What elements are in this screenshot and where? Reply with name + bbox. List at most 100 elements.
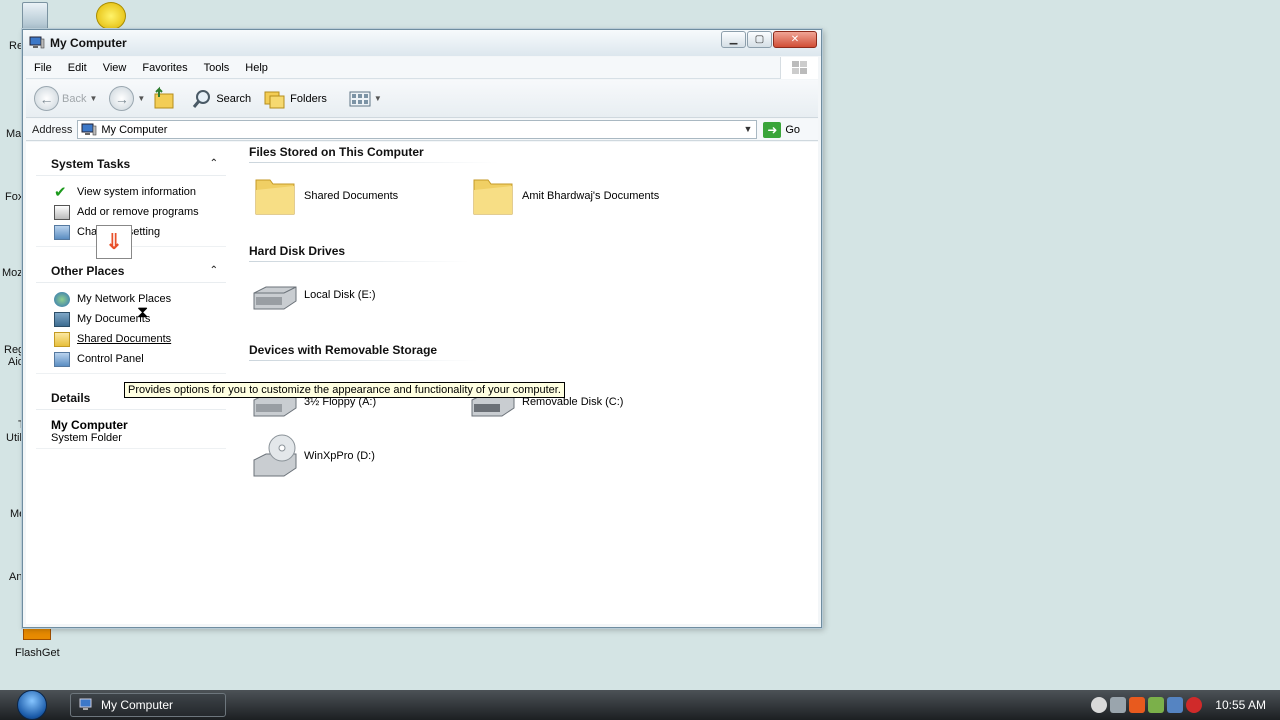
- address-dropdown-icon[interactable]: ▼: [743, 124, 752, 134]
- desktop-label-fox[interactable]: Fox: [5, 191, 23, 203]
- place-control-panel[interactable]: Control Panel: [54, 349, 226, 369]
- details-title: Details: [51, 390, 91, 405]
- start-button[interactable]: [12, 690, 52, 720]
- desktop-label-util[interactable]: Util: [6, 432, 22, 444]
- back-dropdown-icon[interactable]: ▼: [89, 94, 97, 103]
- maximize-button[interactable]: ▢: [747, 31, 772, 48]
- menu-file[interactable]: File: [26, 62, 60, 74]
- other-places-header[interactable]: Other Places ⌃: [36, 259, 226, 283]
- desktop-label-flashget[interactable]: FlashGet: [15, 647, 60, 659]
- menu-view[interactable]: View: [95, 62, 135, 74]
- up-folder-button[interactable]: [151, 86, 177, 112]
- clock[interactable]: 10:55 AM: [1215, 698, 1266, 712]
- folders-icon: [264, 91, 285, 108]
- menu-help[interactable]: Help: [237, 62, 276, 74]
- tooltip: Provides options for you to customize th…: [124, 382, 565, 398]
- menu-tools[interactable]: Tools: [196, 62, 238, 74]
- desktop-recycle-bin-icon[interactable]: [22, 2, 48, 30]
- group-hard-disks-header: Hard Disk Drives: [249, 244, 346, 258]
- search-label: Search: [216, 92, 252, 105]
- search-button[interactable]: Search: [191, 88, 251, 110]
- taskbar-my-computer[interactable]: My Computer: [70, 693, 226, 717]
- computer-icon: [81, 123, 97, 135]
- add-remove-programs-icon: [54, 204, 70, 220]
- my-computer-window: My Computer ▁ ▢ ✕ File Edit View Favorit…: [22, 29, 822, 628]
- views-button[interactable]: ▼: [349, 90, 382, 108]
- address-bar: Address My Computer ▼ ➜ Go: [26, 119, 818, 141]
- other-places-panel: Other Places ⌃ My Network Places My Docu…: [36, 259, 226, 374]
- flashget-icon[interactable]: [23, 626, 51, 640]
- address-label: Address: [32, 123, 73, 136]
- desktop-label-moz[interactable]: Moz: [2, 267, 23, 279]
- task-pane: System Tasks ⌃ ✔ View system information…: [36, 152, 226, 461]
- control-panel-icon: [54, 351, 70, 367]
- taskbar: My Computer 10:55 AM: [0, 690, 1280, 720]
- group-files-stored-header: Files Stored on This Computer: [249, 145, 424, 159]
- back-arrow-icon: ←: [34, 86, 59, 111]
- group-divider: [249, 162, 499, 163]
- item-user-documents[interactable]: Amit Bhardwaj's Documents: [468, 172, 659, 220]
- search-icon: [193, 89, 211, 108]
- windows-logo-icon: [780, 57, 818, 79]
- toolbar: ← Back ▼ → ▼ Search Folders ▼: [26, 80, 818, 118]
- task-change-setting[interactable]: Change a setting: [54, 222, 226, 242]
- back-label: Back: [62, 92, 87, 105]
- my-documents-icon: [54, 311, 70, 327]
- windows-orb-icon: [17, 690, 47, 720]
- details-type: System Folder: [51, 432, 122, 444]
- hard-drive-icon: [253, 286, 297, 310]
- system-tasks-header[interactable]: System Tasks ⌃: [36, 152, 226, 176]
- tray-antivirus-icon[interactable]: [1186, 697, 1203, 713]
- menu-favorites[interactable]: Favorites: [134, 62, 195, 74]
- item-local-disk-e[interactable]: Local Disk (E:): [250, 271, 376, 319]
- system-tray: 10:55 AM: [1091, 690, 1280, 720]
- item-winxppro-d[interactable]: WinXpPro (D:): [250, 432, 375, 480]
- folders-label: Folders: [290, 92, 327, 105]
- address-value: My Computer: [101, 123, 168, 136]
- menu-bar: File Edit View Favorites Tools Help: [26, 57, 818, 79]
- cd-drive-icon: [253, 434, 297, 477]
- close-button[interactable]: ✕: [773, 31, 817, 48]
- task-add-remove-programs[interactable]: Add or remove programs: [54, 202, 226, 222]
- hourglass-cursor-icon: ⧗: [137, 304, 149, 321]
- views-icon: [349, 91, 371, 106]
- group-removable-header: Devices with Removable Storage: [249, 343, 438, 357]
- tray-shield-icon[interactable]: [1110, 697, 1127, 713]
- tray-network-icon[interactable]: [1148, 697, 1165, 713]
- address-input[interactable]: My Computer ▼: [77, 120, 758, 139]
- forward-arrow-icon: →: [109, 86, 135, 111]
- collapse-chevron-icon[interactable]: ⌃: [210, 265, 218, 276]
- computer-icon: [79, 698, 92, 710]
- folder-icon: [473, 179, 513, 215]
- desktop-label-re[interactable]: Re: [9, 40, 23, 52]
- checkmark-icon: ✔: [54, 183, 67, 201]
- taskbar-task-label: My Computer: [101, 698, 174, 712]
- item-shared-documents[interactable]: Shared Documents: [250, 172, 398, 220]
- system-tasks-title: System Tasks: [51, 156, 131, 171]
- desktop-smiley-icon[interactable]: [96, 2, 126, 30]
- computer-icon: [29, 36, 45, 49]
- task-view-system-info[interactable]: ✔ View system information: [54, 182, 226, 202]
- go-button[interactable]: ➜ Go: [763, 121, 800, 138]
- minimize-button[interactable]: ▁: [721, 31, 746, 48]
- forward-dropdown-icon[interactable]: ▼: [137, 94, 145, 103]
- up-folder-icon: [154, 86, 174, 108]
- back-button[interactable]: ← Back ▼: [34, 86, 97, 111]
- desktop-label-an[interactable]: An: [9, 571, 22, 583]
- tray-volume-icon[interactable]: [1167, 697, 1184, 713]
- title-bar[interactable]: My Computer ▁ ▢ ✕: [23, 30, 821, 56]
- folder-icon: [54, 331, 70, 347]
- forward-button[interactable]: → ▼: [109, 86, 145, 111]
- collapse-chevron-icon[interactable]: ⌃: [210, 158, 218, 169]
- control-panel-icon: [54, 224, 70, 240]
- network-icon: [54, 291, 70, 307]
- place-shared-documents[interactable]: Shared Documents: [54, 329, 226, 349]
- tray-flashget-icon[interactable]: [1129, 697, 1146, 713]
- tray-messenger-icon[interactable]: [1091, 697, 1108, 713]
- flashget-drag-icon: ⇓: [96, 225, 132, 259]
- folders-button[interactable]: Folders: [263, 88, 327, 110]
- menu-edit[interactable]: Edit: [60, 62, 95, 74]
- details-name: My Computer: [51, 418, 128, 432]
- go-arrow-icon: ➜: [763, 121, 782, 138]
- folder-icon: [255, 179, 295, 215]
